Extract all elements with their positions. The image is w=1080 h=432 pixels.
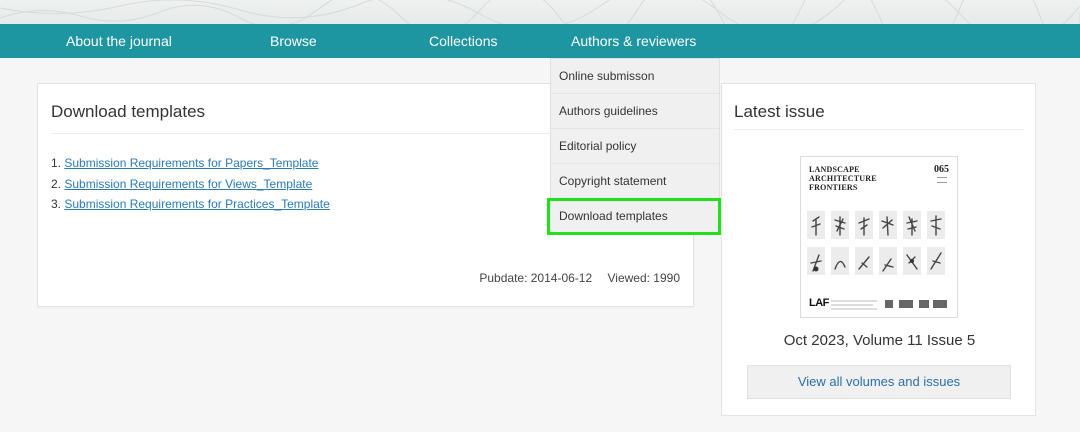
menu-item-authors-guidelines[interactable]: Authors guidelines bbox=[551, 94, 719, 129]
menu-item-download-templates[interactable]: Download templates bbox=[551, 199, 719, 234]
article-meta: Pubdate: 2014-06-12 Viewed: 1990 bbox=[479, 271, 680, 285]
cover-issue-number: 065 bbox=[934, 164, 949, 175]
template-list: 1. Submission Requirements for Papers_Te… bbox=[51, 153, 330, 215]
list-item: 3. Submission Requirements for Practices… bbox=[51, 194, 330, 215]
page-title: Download templates bbox=[51, 102, 206, 121]
list-item: 1. Submission Requirements for Papers_Te… bbox=[51, 153, 330, 174]
decorative-header-strip bbox=[0, 0, 1080, 24]
menu-item-copyright-statement[interactable]: Copyright statement bbox=[551, 164, 719, 199]
nav-collections[interactable]: Collections bbox=[429, 24, 497, 58]
cover-journal-title: LANDSCAPE ARCHITECTURE FRONTIERS bbox=[809, 165, 877, 192]
latest-issue-caption[interactable]: Oct 2023, Volume 11 Issue 5 bbox=[722, 332, 1037, 349]
latest-issue-card: Latest issue LANDSCAPE ARCHITECTURE FRON… bbox=[721, 83, 1036, 416]
nav-about-journal[interactable]: About the journal bbox=[66, 24, 172, 58]
list-number: 2. bbox=[51, 176, 62, 191]
cover-illustration bbox=[807, 211, 945, 275]
nav-authors-reviewers[interactable]: Authors & reviewers bbox=[571, 24, 696, 58]
main-nav: About the journal Browse Collections Aut… bbox=[0, 24, 1080, 58]
pubdate: Pubdate: 2014-06-12 bbox=[479, 271, 593, 285]
menu-item-online-submission[interactable]: Online submisson bbox=[551, 59, 719, 94]
decorative-pattern bbox=[0, 0, 1080, 24]
view-count: Viewed: 1990 bbox=[607, 271, 680, 285]
cover-footer-text-lines bbox=[831, 300, 947, 310]
issue-cover-image[interactable]: LANDSCAPE ARCHITECTURE FRONTIERS 065 LAF bbox=[800, 156, 958, 318]
view-all-issues-button[interactable]: View all volumes and issues bbox=[747, 365, 1011, 399]
authors-reviewers-dropdown: Online submisson Authors guidelines Edit… bbox=[550, 58, 720, 234]
list-item: 2. Submission Requirements for Views_Tem… bbox=[51, 174, 330, 195]
latest-issue-title: Latest issue bbox=[734, 102, 825, 121]
menu-item-editorial-policy[interactable]: Editorial policy bbox=[551, 129, 719, 164]
cover-subtitle-lines bbox=[937, 177, 947, 183]
list-number: 3. bbox=[51, 197, 62, 211]
template-link-practices[interactable]: Submission Requirements for Practices_Te… bbox=[64, 197, 329, 211]
side-divider bbox=[734, 129, 1024, 130]
template-link-papers[interactable]: Submission Requirements for Papers_Templ… bbox=[64, 156, 318, 170]
cover-footer: LAF bbox=[807, 297, 951, 311]
list-number: 1. bbox=[51, 156, 62, 170]
nav-browse[interactable]: Browse bbox=[270, 24, 317, 58]
template-link-views[interactable]: Submission Requirements for Views_Templa… bbox=[64, 177, 312, 191]
